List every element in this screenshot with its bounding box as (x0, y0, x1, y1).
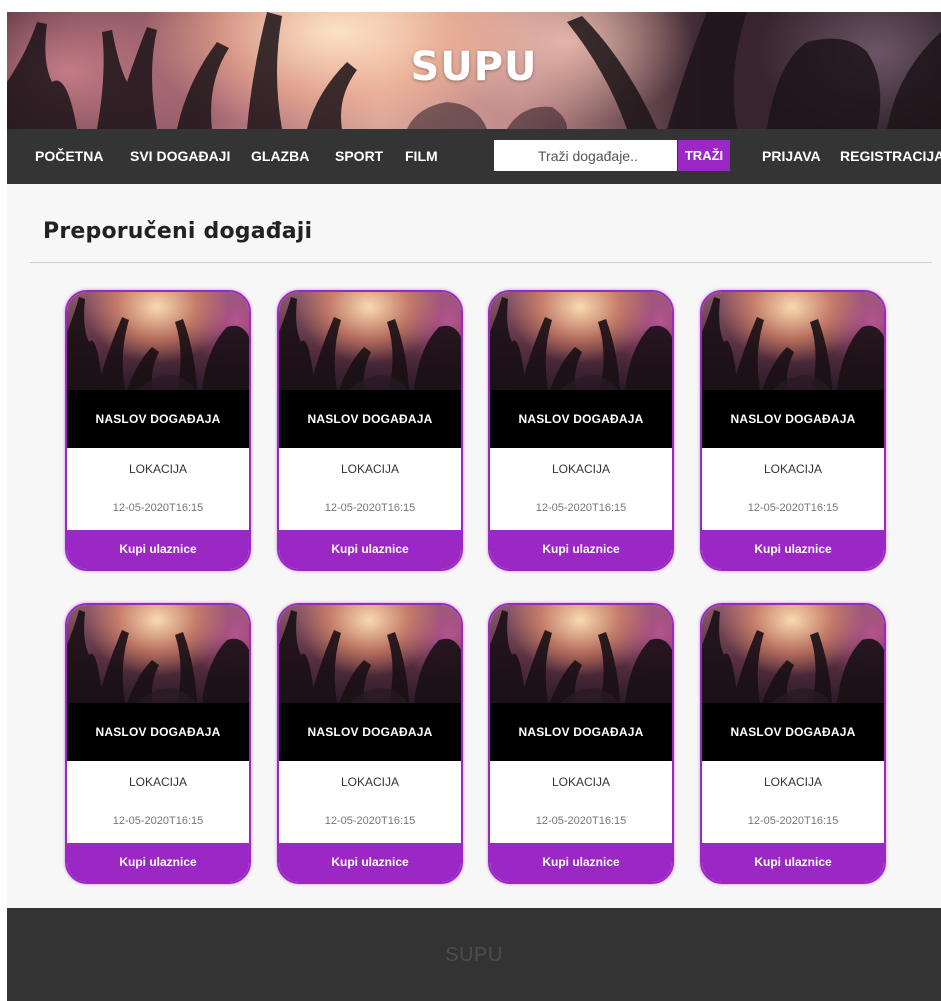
event-location: LOKACIJA (551, 462, 611, 476)
event-image[interactable] (702, 292, 884, 390)
crowd-hands-image (702, 297, 884, 390)
section-title: Preporučeni događaji (43, 219, 313, 244)
buy-tickets-button[interactable]: Kupi ulaznice (702, 843, 884, 882)
event-location: LOKACIJA (763, 775, 823, 789)
event-image[interactable] (490, 605, 672, 703)
event-location: LOKACIJA (340, 775, 400, 789)
event-date: 12-05-2020T16:15 (747, 815, 839, 827)
search-button[interactable]: TRAŽI (678, 140, 730, 171)
event-card[interactable]: NASLOV DOGAĐAJA LOKACIJA 12-05-2020T16:15 K… (277, 603, 463, 884)
nav-music[interactable]: GLAZBA (251, 148, 309, 164)
event-location: LOKACIJA (128, 462, 188, 476)
event-card[interactable]: NASLOV DOGAĐAJA LOKACIJA 12-05-2020T16:15 K… (488, 603, 674, 884)
search-input[interactable] (494, 140, 677, 171)
event-image[interactable] (67, 292, 249, 390)
buy-tickets-button[interactable]: Kupi ulaznice (67, 843, 249, 882)
event-title[interactable]: NASLOV DOGAĐAJA (490, 703, 672, 761)
event-date: 12-05-2020T16:15 (324, 815, 416, 827)
crowd-hands-image (490, 297, 672, 390)
buy-tickets-button[interactable]: Kupi ulaznice (702, 530, 884, 569)
main-navbar: POČETNA SVI DOGAĐAJI GLAZBA SPORT FILM T… (7, 129, 941, 184)
event-card[interactable]: NASLOV DOGAĐAJA LOKACIJA 12-05-2020T16:15 K… (700, 290, 886, 571)
event-date: 12-05-2020T16:15 (535, 502, 627, 514)
buy-tickets-button[interactable]: Kupi ulaznice (67, 530, 249, 569)
crowd-hands-image (279, 610, 461, 703)
event-card[interactable]: NASLOV DOGAĐAJA LOKACIJA 12-05-2020T16:15 K… (277, 290, 463, 571)
event-title[interactable]: NASLOV DOGAĐAJA (279, 703, 461, 761)
event-title[interactable]: NASLOV DOGAĐAJA (279, 390, 461, 448)
nav-all-events[interactable]: SVI DOGAĐAJI (130, 148, 230, 164)
event-title[interactable]: NASLOV DOGAĐAJA (67, 703, 249, 761)
event-card[interactable]: NASLOV DOGAĐAJA LOKACIJA 12-05-2020T16:15 K… (65, 603, 251, 884)
event-location: LOKACIJA (551, 775, 611, 789)
buy-tickets-button[interactable]: Kupi ulaznice (490, 530, 672, 569)
event-image[interactable] (702, 605, 884, 703)
nav-film[interactable]: FILM (405, 148, 438, 164)
event-card[interactable]: NASLOV DOGAĐAJA LOKACIJA 12-05-2020T16:15 K… (700, 603, 886, 884)
event-card[interactable]: NASLOV DOGAĐAJA LOKACIJA 12-05-2020T16:15 K… (65, 290, 251, 571)
event-date: 12-05-2020T16:15 (535, 815, 627, 827)
event-date: 12-05-2020T16:15 (747, 502, 839, 514)
buy-tickets-button[interactable]: Kupi ulaznice (279, 530, 461, 569)
crowd-hands-image (279, 297, 461, 390)
site-brand[interactable]: SUPU (7, 44, 941, 90)
crowd-hands-image (67, 297, 249, 390)
event-image[interactable] (490, 292, 672, 390)
buy-tickets-button[interactable]: Kupi ulaznice (279, 843, 461, 882)
buy-tickets-button[interactable]: Kupi ulaznice (490, 843, 672, 882)
header-banner: SUPU (7, 12, 941, 129)
crowd-hands-image (702, 610, 884, 703)
section-divider (30, 262, 932, 263)
event-card[interactable]: NASLOV DOGAĐAJA LOKACIJA 12-05-2020T16:15 K… (488, 290, 674, 571)
event-date: 12-05-2020T16:15 (324, 502, 416, 514)
event-location: LOKACIJA (128, 775, 188, 789)
event-date: 12-05-2020T16:15 (112, 502, 204, 514)
crowd-hands-image (490, 610, 672, 703)
event-image[interactable] (279, 292, 461, 390)
event-image[interactable] (67, 605, 249, 703)
event-date: 12-05-2020T16:15 (112, 815, 204, 827)
event-location: LOKACIJA (763, 462, 823, 476)
footer-brand: SUPU (445, 944, 503, 966)
page: SUPU POČETNA SVI DOGAĐAJI GLAZBA SPORT F… (7, 12, 941, 1001)
footer: SUPU (7, 908, 941, 1001)
event-location: LOKACIJA (340, 462, 400, 476)
event-title[interactable]: NASLOV DOGAĐAJA (702, 703, 884, 761)
event-title[interactable]: NASLOV DOGAĐAJA (490, 390, 672, 448)
event-title[interactable]: NASLOV DOGAĐAJA (702, 390, 884, 448)
event-image[interactable] (279, 605, 461, 703)
crowd-hands-image (67, 610, 249, 703)
register-link[interactable]: REGISTRACIJA (840, 148, 941, 164)
nav-home[interactable]: POČETNA (35, 148, 103, 164)
login-link[interactable]: PRIJAVA (762, 148, 821, 164)
nav-sport[interactable]: SPORT (335, 148, 383, 164)
event-title[interactable]: NASLOV DOGAĐAJA (67, 390, 249, 448)
